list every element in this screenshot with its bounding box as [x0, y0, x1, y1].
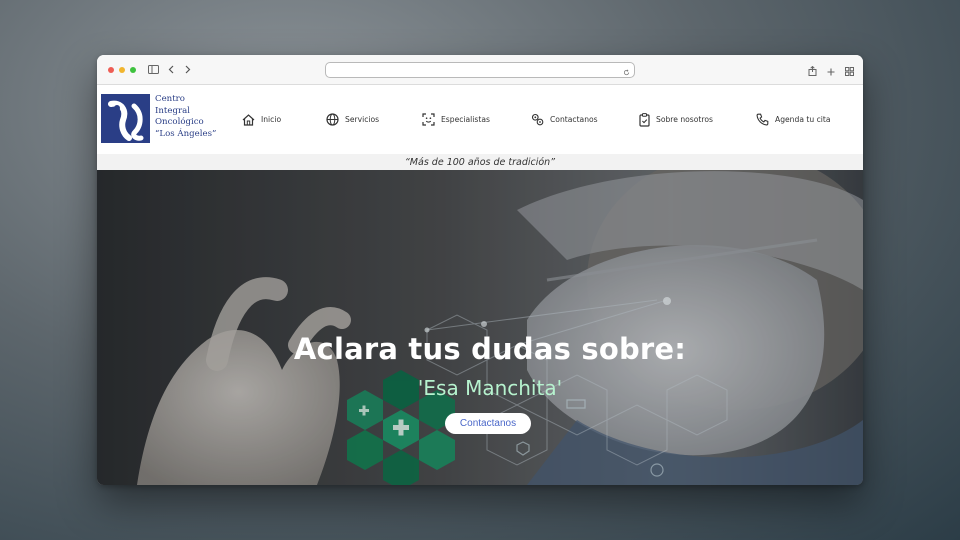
- nav-item-sobre-nosotros[interactable]: Sobre nosotros: [639, 112, 713, 127]
- browser-window: Centro Integral Oncológico “Los Ángeles”…: [97, 55, 863, 485]
- logo-line: Oncológico: [155, 117, 204, 127]
- browser-toolbar: [97, 55, 863, 85]
- tagline-text: “Más de 100 años de tradición”: [404, 156, 556, 168]
- phone-icon: [756, 113, 769, 126]
- nav-item-label: Especialistas: [441, 115, 490, 124]
- logo-text: Centro Integral Oncológico “Los Ángeles”: [155, 94, 216, 140]
- maximize-window-button[interactable]: [130, 66, 136, 73]
- window-controls: [108, 66, 136, 73]
- nav-item-label: Servicios: [345, 115, 380, 124]
- home-icon: [242, 113, 255, 126]
- nav-item-contactanos[interactable]: Contactanos: [531, 113, 598, 126]
- location-pins-icon: [531, 113, 544, 126]
- nav-item-inicio[interactable]: Inicio: [242, 113, 282, 126]
- logo-line: “Los Ángeles”: [155, 128, 217, 139]
- nav-item-label: Inicio: [261, 115, 282, 124]
- logo-emblem: [101, 94, 150, 143]
- sidebar-toggle-icon[interactable]: [147, 65, 159, 75]
- tagline-bar: “Más de 100 años de tradición”: [97, 154, 863, 170]
- nav-item-agenda-tu-cita[interactable]: Agenda tu cita: [756, 113, 831, 126]
- close-window-button[interactable]: [108, 66, 114, 73]
- nav-item-label: Sobre nosotros: [656, 115, 713, 124]
- site-header: Centro Integral Oncológico “Los Ángeles”…: [97, 85, 863, 154]
- face-scan-icon: [422, 113, 435, 126]
- minimize-window-button[interactable]: [119, 66, 125, 73]
- share-icon[interactable]: [808, 61, 817, 80]
- logo-line: Integral: [155, 105, 190, 116]
- back-arrow-icon[interactable]: [168, 65, 175, 74]
- hero-content: Aclara tus dudas sobre: 'Esa Manchita' C…: [97, 332, 863, 434]
- forward-arrow-icon[interactable]: [184, 65, 191, 74]
- hero-title: Aclara tus dudas sobre:: [293, 332, 687, 366]
- nav-item-label: Agenda tu cita: [775, 115, 831, 124]
- hero-contact-button[interactable]: Contactanos: [444, 413, 532, 434]
- logo-line: Centro: [155, 94, 185, 104]
- toolbar-right-controls: [808, 55, 854, 85]
- new-tab-plus-icon[interactable]: [827, 61, 835, 80]
- nav-item-label: Contactanos: [550, 115, 598, 124]
- hero-background-image: [97, 170, 863, 485]
- site-logo[interactable]: Centro Integral Oncológico “Los Ángeles”: [101, 94, 216, 143]
- reload-icon[interactable]: [623, 61, 630, 80]
- globe-icon: [326, 113, 339, 126]
- tab-overview-icon[interactable]: [845, 61, 854, 80]
- hero-section: Aclara tus dudas sobre: 'Esa Manchita' C…: [97, 170, 863, 485]
- address-bar[interactable]: [325, 62, 635, 78]
- nav-item-servicios[interactable]: Servicios: [326, 113, 379, 126]
- nav-item-especialistas[interactable]: Especialistas: [422, 113, 490, 126]
- hero-subtitle: 'Esa Manchita': [417, 376, 563, 400]
- clipboard-icon: [639, 112, 650, 127]
